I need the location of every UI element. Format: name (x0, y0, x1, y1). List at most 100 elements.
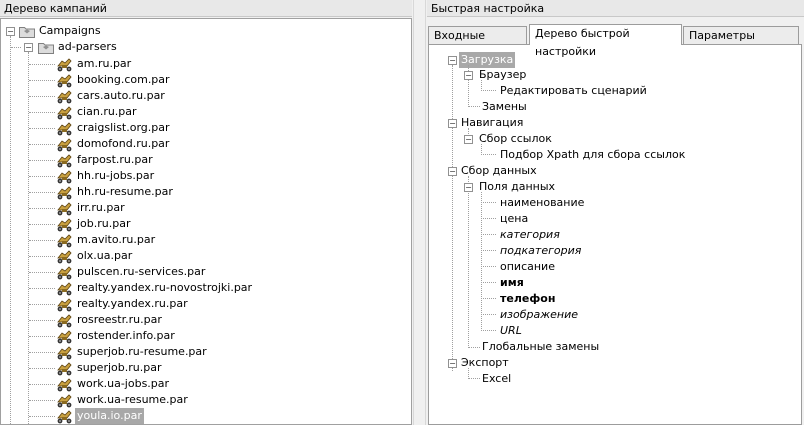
collapse-toggle[interactable]: − (448, 167, 457, 176)
tree-line (29, 112, 55, 113)
parser-file-item[interactable]: job.ru.par (75, 216, 133, 232)
tab-input-data[interactable]: Входные данные (428, 26, 527, 60)
parser-file-item[interactable]: work.ua-jobs.par (75, 376, 171, 392)
tree-node-edit-script[interactable]: Редактировать сценарий (498, 83, 649, 99)
campaign-tree[interactable]: − Campaigns − ad-parsers am.ru.par bookin… (0, 18, 412, 425)
parser-file-icon (57, 90, 72, 104)
parser-file-item[interactable]: hh.ru-jobs.par (75, 168, 156, 184)
parser-file-icon (57, 298, 72, 312)
tree-node-data-field[interactable]: цена (498, 211, 530, 227)
tree-line (29, 176, 55, 177)
parser-file-item[interactable]: cars.auto.ru.par (75, 88, 167, 104)
tree-node-excel[interactable]: Excel (480, 371, 513, 387)
tree-line (10, 36, 11, 424)
collapse-toggle[interactable]: − (24, 43, 33, 52)
parser-file-icon (57, 378, 72, 392)
tree-node-data-field[interactable]: изображение (498, 307, 580, 323)
tree-node-data-field[interactable]: имя (498, 275, 526, 291)
tab-quick-setup-tree[interactable]: Дерево быстрой настройки (529, 24, 682, 58)
tree-node-data-fields[interactable]: Поля данных (477, 179, 557, 195)
tree-line (468, 378, 480, 379)
tree-node-export[interactable]: Экспорт (459, 355, 511, 371)
collapse-toggle[interactable]: − (448, 119, 457, 128)
parser-file-item[interactable]: pulscen.ru-services.par (75, 264, 207, 280)
tree-node-replacements[interactable]: Замены (480, 99, 529, 115)
tree-node-data-field[interactable]: категория (498, 227, 562, 243)
collapse-toggle[interactable]: − (448, 56, 457, 65)
tree-line (481, 282, 496, 283)
parser-file-item[interactable]: realty.yandex.ru.par (75, 296, 190, 312)
parser-file-item[interactable]: craigslist.org.par (75, 120, 172, 136)
tree-line (29, 64, 55, 65)
collapse-toggle[interactable]: − (464, 71, 473, 80)
parser-file-item[interactable]: am.ru.par (75, 56, 133, 72)
tree-line (29, 320, 55, 321)
tree-node-data-field[interactable]: наименование (498, 195, 586, 211)
tree-line (481, 218, 496, 219)
tree-line (29, 224, 55, 225)
parser-file-icon (57, 170, 72, 184)
parser-file-icon (57, 314, 72, 328)
tree-line (481, 90, 496, 91)
tree-line (29, 192, 55, 193)
parser-file-icon (57, 186, 72, 200)
tree-node-data-collection[interactable]: Сбор данных (459, 163, 539, 179)
parser-file-icon (57, 58, 72, 72)
parser-file-item[interactable]: domofond.ru.par (75, 136, 171, 152)
parser-file-item[interactable]: olx.ua.par (75, 248, 134, 264)
collapse-toggle[interactable]: − (464, 135, 473, 144)
tree-node-data-field[interactable]: описание (498, 259, 557, 275)
tree-line (29, 336, 55, 337)
parser-file-icon (57, 250, 72, 264)
parser-file-item[interactable]: superjob.ru.par (75, 360, 163, 376)
parser-file-item[interactable]: realty.yandex.ru-novostrojki.par (75, 280, 254, 296)
tree-node-data-field[interactable]: подкатегория (498, 243, 583, 259)
tree-node-data-field[interactable]: URL (498, 323, 524, 339)
tree-line (29, 256, 55, 257)
parser-file-item[interactable]: rostender.info.par (75, 328, 177, 344)
parser-file-icon (57, 138, 72, 152)
parser-file-item[interactable]: irr.ru.par (75, 200, 127, 216)
parser-file-icon (57, 266, 72, 280)
parser-file-icon (57, 234, 72, 248)
parser-file-item[interactable]: cian.ru.par (75, 104, 139, 120)
tree-line (29, 160, 55, 161)
tree-line (29, 368, 55, 369)
campaigns-root-label[interactable]: Campaigns (37, 23, 103, 39)
tree-line (29, 240, 55, 241)
tree-node-data-field[interactable]: телефон (498, 291, 557, 307)
campaign-tree-title: Дерево кампаний (4, 2, 107, 15)
tree-line (481, 192, 482, 331)
parser-file-item[interactable]: youla.io.par (75, 408, 144, 424)
campaign-tree-header: Дерево кампаний (0, 0, 412, 17)
collapse-toggle[interactable]: − (464, 183, 473, 192)
collapse-toggle[interactable]: − (6, 27, 15, 36)
tree-line (481, 154, 496, 155)
parser-file-icon (57, 346, 72, 360)
panel-splitter[interactable] (413, 0, 426, 425)
tree-node-global-replacements[interactable]: Глобальные замены (480, 339, 601, 355)
tree-node-browser[interactable]: Браузер (477, 67, 528, 83)
ad-parsers-folder-label[interactable]: ad-parsers (56, 39, 119, 55)
tree-line (29, 416, 55, 417)
collapse-toggle[interactable]: − (448, 359, 457, 368)
tree-line (11, 47, 21, 48)
tree-line (481, 266, 496, 267)
quick-setup-tree[interactable]: − Загрузка − Браузер Редактировать сцена… (428, 44, 802, 425)
parser-file-icon (57, 362, 72, 376)
parser-file-item[interactable]: superjob.ru-resume.par (75, 344, 209, 360)
tree-line (481, 314, 496, 315)
tree-line (28, 52, 29, 424)
tree-line (29, 96, 55, 97)
tree-node-link-collection[interactable]: Сбор ссылок (477, 131, 554, 147)
tree-node-xpath-selection[interactable]: Подбор Xpath для сбора ссылок (498, 147, 687, 163)
tab-script-params[interactable]: Параметры сценария (683, 26, 799, 60)
parser-file-item[interactable]: booking.com.par (75, 72, 172, 88)
parser-file-item[interactable]: m.avito.ru.par (75, 232, 157, 248)
parser-file-item[interactable]: work.ua-resume.par (75, 392, 190, 408)
parser-file-item[interactable]: rosreestr.ru.par (75, 312, 164, 328)
tree-line (29, 144, 55, 145)
parser-file-icon (57, 122, 72, 136)
parser-file-item[interactable]: farpost.ru.par (75, 152, 155, 168)
parser-file-item[interactable]: hh.ru-resume.par (75, 184, 175, 200)
